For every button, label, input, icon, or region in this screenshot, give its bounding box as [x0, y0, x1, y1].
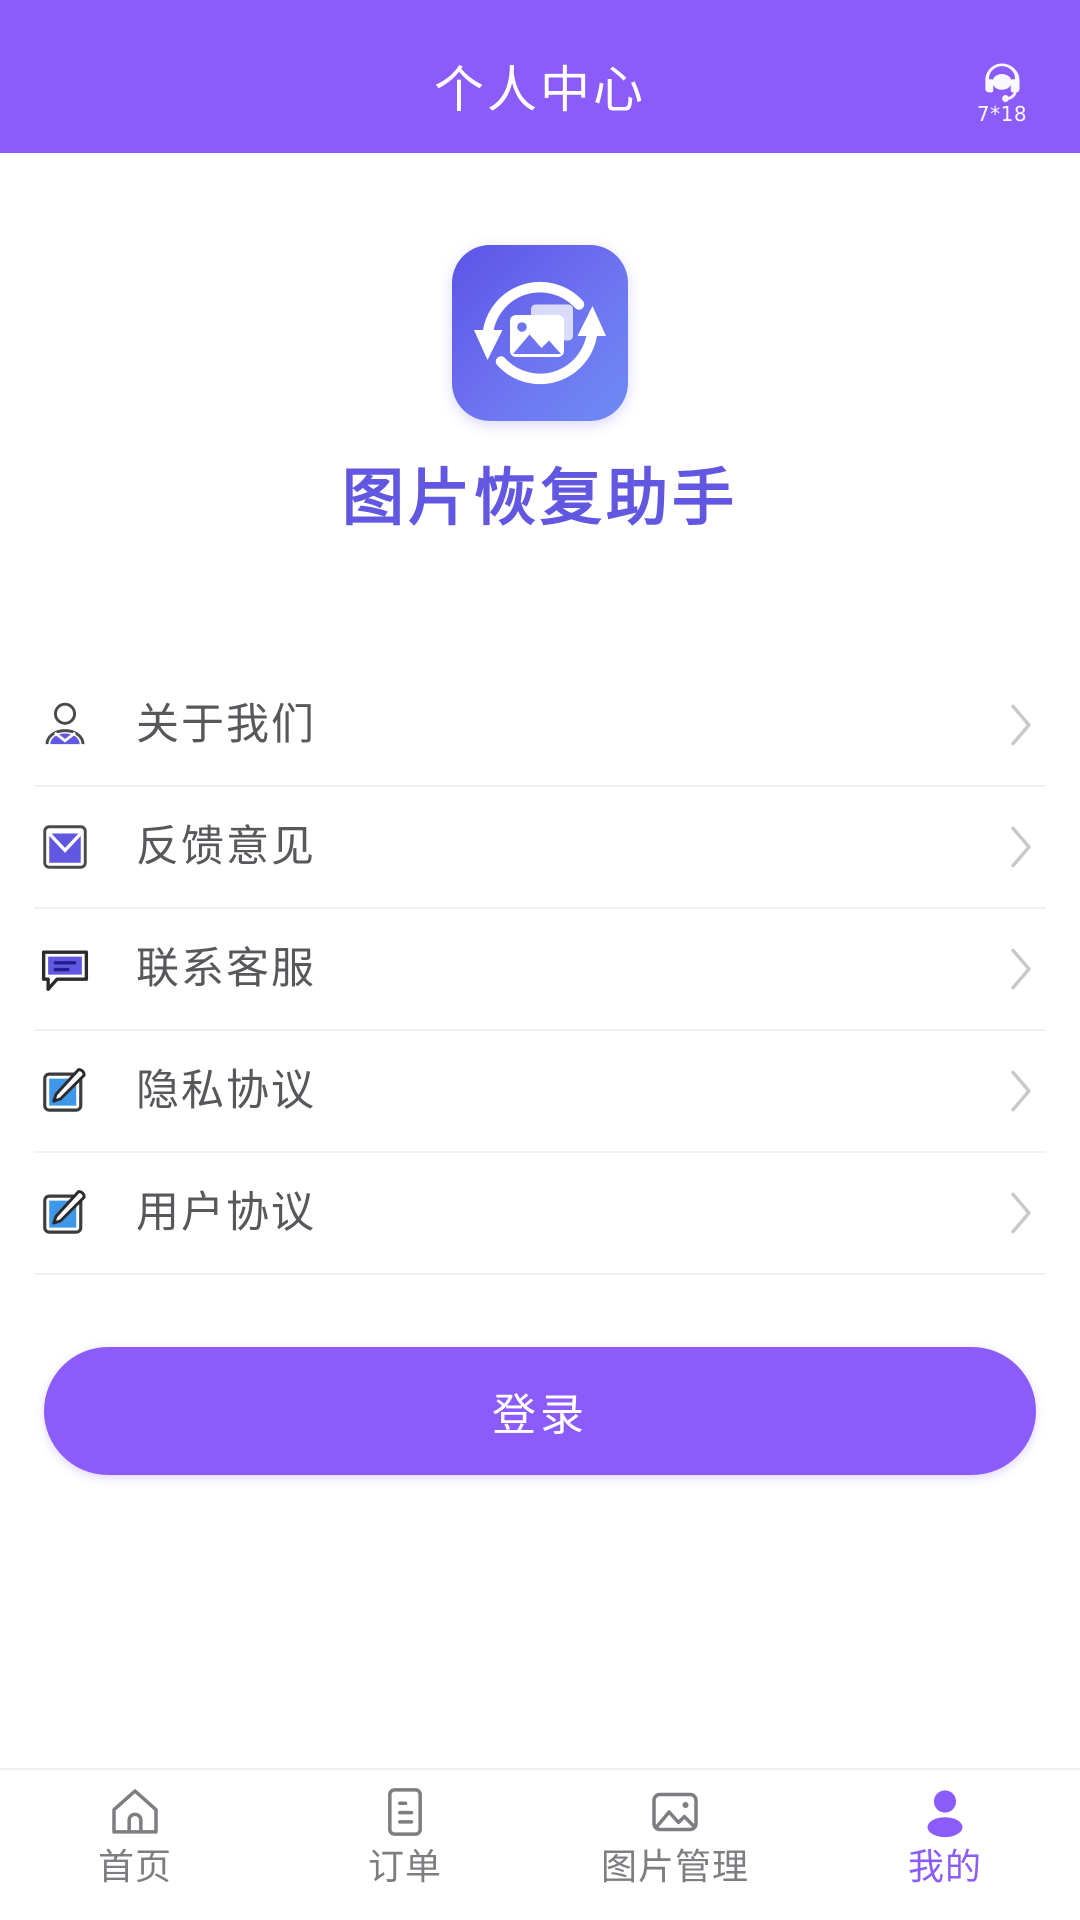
page-content: 图片恢复助手 关于我们 反馈意见 联系客服 隐私协议 用户协议 登录 [0, 153, 1080, 1768]
menu-item-about-us[interactable]: 关于我们 [34, 665, 1046, 787]
menu-item-label: 关于我们 [136, 699, 316, 750]
home-icon [107, 1784, 163, 1840]
menu-item-label: 联系客服 [136, 943, 316, 994]
chevron-right-icon [1004, 1067, 1038, 1115]
tab-label: 我的 [907, 1847, 982, 1888]
edit-document-icon [38, 1186, 92, 1240]
chevron-right-icon [1004, 701, 1038, 749]
menu-item-contact-service[interactable]: 联系客服 [34, 909, 1046, 1031]
tab-label: 首页 [97, 1847, 172, 1888]
menu-item-label: 隐私协议 [136, 1065, 316, 1116]
login-button[interactable]: 登录 [44, 1347, 1036, 1475]
chat-bubble-icon [38, 942, 92, 996]
image-gallery-icon [647, 1784, 703, 1840]
chevron-right-icon [1004, 945, 1038, 993]
menu-item-label: 用户协议 [136, 1187, 316, 1238]
tab-label: 订单 [367, 1847, 442, 1888]
customer-service-button[interactable]: 7*18 [956, 60, 1048, 124]
tab-profile[interactable]: 我的 [810, 1784, 1080, 1886]
brand-block: 图片恢复助手 [0, 245, 1080, 529]
mail-envelope-icon [38, 820, 92, 874]
settings-menu-list: 关于我们 反馈意见 联系客服 隐私协议 用户协议 [0, 665, 1080, 1275]
tab-orders[interactable]: 订单 [270, 1784, 540, 1886]
headset-icon [981, 60, 1023, 102]
chevron-right-icon [1004, 1189, 1038, 1237]
chevron-right-icon [1004, 823, 1038, 871]
menu-item-privacy-policy[interactable]: 隐私协议 [34, 1031, 1046, 1153]
tab-label: 图片管理 [600, 1847, 749, 1888]
app-screen: 个人中心 7*18 图片恢复助手 关于我们 反馈意见 联系客服 隐私协议 用户协… [0, 0, 1080, 1920]
page-title: 个人中心 [434, 60, 646, 119]
menu-item-feedback[interactable]: 反馈意见 [34, 787, 1046, 909]
app-header: 个人中心 7*18 [0, 0, 1080, 153]
menu-item-label: 反馈意见 [136, 821, 316, 872]
profile-person-icon [917, 1784, 973, 1840]
menu-item-user-agreement[interactable]: 用户协议 [34, 1153, 1046, 1275]
service-hours-label: 7*18 [976, 102, 1028, 126]
app-name: 图片恢复助手 [341, 461, 738, 534]
tab-image-management[interactable]: 图片管理 [540, 1784, 810, 1886]
about-user-icon [38, 698, 92, 752]
bottom-tab-bar: 首页 订单 图片管理 我的 [0, 1768, 1080, 1920]
tab-home[interactable]: 首页 [0, 1784, 270, 1886]
photo-recovery-logo [452, 245, 628, 421]
edit-document-icon [38, 1064, 92, 1118]
login-button-container: 登录 [0, 1347, 1080, 1475]
order-document-icon [377, 1784, 433, 1840]
